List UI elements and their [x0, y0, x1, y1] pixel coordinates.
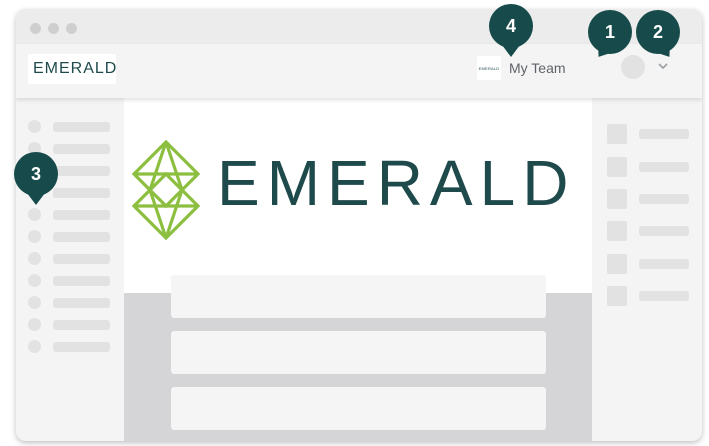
panel-item-label	[639, 129, 689, 139]
sidebar-item[interactable]	[28, 208, 110, 222]
content-card[interactable]	[171, 331, 546, 374]
sidebar-item-label	[53, 144, 110, 154]
panel-item[interactable]	[607, 124, 691, 144]
sidebar-item[interactable]	[28, 340, 110, 354]
header-logo-text: EMERALD	[33, 60, 118, 77]
sidebar-item-icon	[28, 340, 41, 353]
team-name[interactable]: My Team	[509, 60, 566, 76]
sidebar-item[interactable]	[28, 274, 110, 288]
sidebar-item-icon	[28, 208, 41, 221]
sidebar-item-icon	[28, 230, 41, 243]
sidebar-item-label	[53, 210, 110, 220]
sidebar-item-icon	[28, 120, 41, 133]
sidebar-item[interactable]	[28, 252, 110, 266]
callout-marker-2: 2	[636, 10, 680, 54]
sidebar-item-label	[53, 122, 110, 132]
sidebar-item-label	[53, 254, 110, 264]
panel-item-icon	[607, 221, 627, 241]
header-logo[interactable]: EMERALD	[28, 54, 116, 84]
team-logo: EMERALD	[477, 56, 501, 80]
panel-item-label	[639, 226, 689, 236]
zoom-window-dot[interactable]	[66, 23, 77, 34]
sidebar-item-label	[53, 298, 110, 308]
panel-item-icon	[607, 124, 627, 144]
sidebar-item[interactable]	[28, 318, 110, 332]
panel-item-label	[639, 194, 689, 204]
panel-item[interactable]	[607, 254, 691, 274]
panel-item-label	[639, 162, 689, 172]
panel-item[interactable]	[607, 157, 691, 177]
panel-item-label	[639, 291, 689, 301]
sidebar-item-icon	[28, 252, 41, 265]
team-logo-text: EMERALD	[478, 65, 500, 71]
panel-item-icon	[607, 254, 627, 274]
sidebar-item-icon	[28, 318, 41, 331]
sidebar-item[interactable]	[28, 120, 110, 134]
sidebar-item-label	[53, 342, 110, 352]
content-card[interactable]	[171, 387, 546, 430]
user-avatar[interactable]	[621, 55, 645, 79]
minimize-window-dot[interactable]	[48, 23, 59, 34]
panel-item[interactable]	[607, 286, 691, 306]
emerald-diamond-icon	[131, 140, 201, 240]
sidebar-item-label	[53, 188, 110, 198]
sidebar-item-label	[53, 232, 110, 242]
panel-item-icon	[607, 286, 627, 306]
panel-item-label	[639, 259, 689, 269]
callout-marker-3: 3	[14, 152, 58, 205]
callout-marker-1: 1	[588, 10, 632, 54]
panel-item-icon	[607, 157, 627, 177]
left-sidebar	[16, 98, 124, 441]
sidebar-item-label	[53, 166, 110, 176]
brand-banner: EMERALD	[124, 98, 592, 293]
panel-item-icon	[607, 189, 627, 209]
panel-item[interactable]	[607, 189, 691, 209]
main-content: EMERALD	[124, 98, 592, 441]
content-card[interactable]	[171, 275, 546, 318]
app-window: EMERALD EMERALD My Team EMERALD	[16, 9, 702, 441]
sidebar-item-label	[53, 320, 110, 330]
right-panel	[592, 98, 702, 441]
panel-item[interactable]	[607, 221, 691, 241]
sidebar-item[interactable]	[28, 296, 110, 310]
sidebar-item-icon	[28, 274, 41, 287]
close-window-dot[interactable]	[30, 23, 41, 34]
sidebar-item[interactable]	[28, 230, 110, 244]
sidebar-item-label	[53, 276, 110, 286]
callout-marker-4: 4	[489, 4, 533, 57]
banner-logo-text: EMERALD	[217, 147, 576, 219]
sidebar-item-icon	[28, 296, 41, 309]
